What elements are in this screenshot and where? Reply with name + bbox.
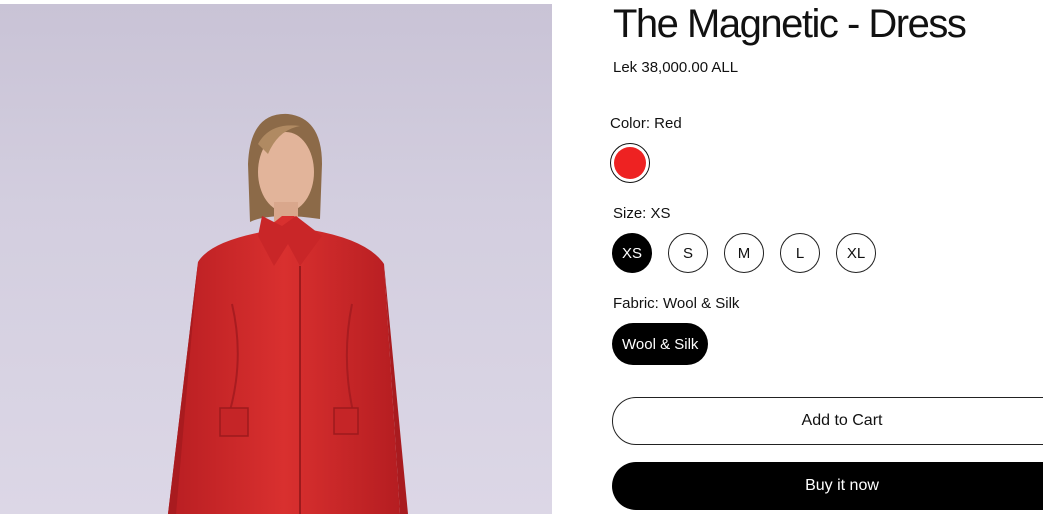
product-info: The Magnetic - Dress Lek 38,000.00 ALL C… xyxy=(610,0,1043,514)
size-option-xl[interactable]: XL xyxy=(836,233,876,273)
product-title: The Magnetic - Dress xyxy=(613,2,967,46)
swatch-dot xyxy=(614,147,646,179)
product-image[interactable] xyxy=(0,4,552,514)
size-option-l[interactable]: L xyxy=(780,233,820,273)
color-label: Color: Red xyxy=(610,115,682,132)
buy-now-button[interactable]: Buy it now xyxy=(612,462,1043,510)
size-options: XS S M L XL xyxy=(612,233,876,273)
color-swatch-red[interactable] xyxy=(610,143,650,183)
size-label: Size: XS xyxy=(613,205,671,222)
add-to-cart-button[interactable]: Add to Cart xyxy=(612,397,1043,445)
product-price: Lek 38,000.00 ALL xyxy=(613,59,739,76)
size-option-xs[interactable]: XS xyxy=(612,233,652,273)
size-option-s[interactable]: S xyxy=(668,233,708,273)
fabric-option-wool-silk[interactable]: Wool & Silk xyxy=(612,323,709,365)
fabric-label: Fabric: Wool & Silk xyxy=(613,295,740,312)
model-photo xyxy=(168,113,408,514)
size-option-m[interactable]: M xyxy=(724,233,764,273)
